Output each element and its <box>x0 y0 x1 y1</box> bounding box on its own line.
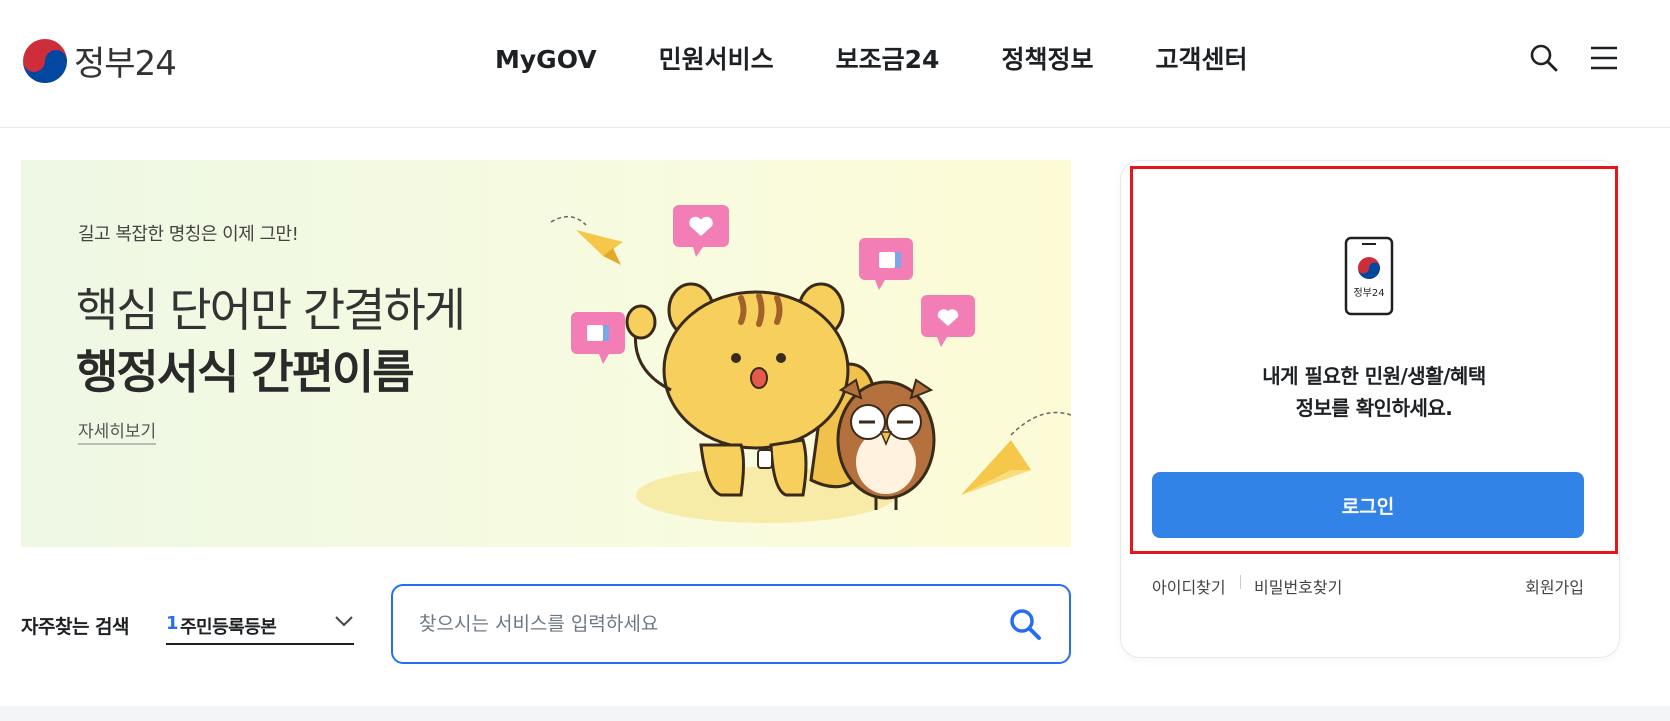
service-search-input[interactable] <box>419 608 979 640</box>
banner-more-link[interactable]: 자세히보기 <box>78 417 157 445</box>
banner-headline: 핵심 단어만 간결하게 <box>76 283 466 337</box>
login-button[interactable]: 로그인 <box>1152 472 1584 538</box>
banner-title: 행정서식 간편이름 <box>76 345 415 399</box>
thumbs-up-bubble-icon <box>859 238 913 290</box>
taegeuk-logo-icon <box>23 38 67 83</box>
link-divider <box>1240 575 1241 589</box>
main-nav: MyGOV 민원서비스 보조금24 정책정보 고객센터 <box>495 40 1247 80</box>
section-divider <box>0 706 1670 721</box>
login-message-line2: 정보를 확인하세요. <box>1295 396 1453 420</box>
paper-plane-icon-2 <box>961 411 1071 495</box>
nav-item-customer-center[interactable]: 고객센터 <box>1155 40 1247 80</box>
hamburger-menu-icon[interactable] <box>1588 42 1620 74</box>
nav-item-civil-service[interactable]: 민원서비스 <box>659 40 774 80</box>
account-links: 아이디찾기 비밀번호찾기 회원가입 <box>1152 574 1584 598</box>
find-id-link[interactable]: 아이디찾기 <box>1152 574 1226 598</box>
logo-text: 정부24 <box>74 44 177 84</box>
promo-banner[interactable]: 길고 복잡한 명칭은 이제 그만! 핵심 단어만 간결하게 행정서식 간편이름 … <box>21 160 1071 547</box>
search-icon[interactable] <box>1528 42 1560 74</box>
thumbs-up-bubble-icon-2 <box>571 312 625 364</box>
mobile-phone-icon: 정부24 <box>1344 236 1394 316</box>
nav-item-policy[interactable]: 정책정보 <box>1001 40 1093 80</box>
search-submit-icon[interactable] <box>1007 606 1043 642</box>
site-logo[interactable]: 정부24 <box>22 36 177 85</box>
phone-label: 정부24 <box>1353 287 1384 299</box>
header: 정부24 MyGOV 민원서비스 보조금24 정책정보 고객센터 <box>0 0 1670 128</box>
login-message-line1: 내게 필요한 민원/생활/혜택 <box>1262 364 1486 388</box>
frequent-search-rank: 1 <box>166 613 179 634</box>
nav-item-mygov[interactable]: MyGOV <box>495 40 597 80</box>
frequent-search-dropdown[interactable]: 1 주민등록등본 <box>166 605 354 645</box>
frequent-search-item: 주민등록등본 <box>180 617 277 638</box>
frequent-search-label: 자주찾는 검색 <box>21 616 130 638</box>
nav-item-subsidy[interactable]: 보조금24 <box>836 40 940 80</box>
heart-bubble-icon-2 <box>921 295 975 347</box>
find-password-link[interactable]: 비밀번호찾기 <box>1254 574 1342 598</box>
squirrel-mascot <box>625 282 878 497</box>
banner-mascot-illustration <box>550 205 1071 523</box>
chevron-down-icon <box>335 616 353 627</box>
login-message: 내게 필요한 민원/생활/혜택 정보를 확인하세요. <box>1130 360 1618 424</box>
paper-plane-icon <box>550 216 623 265</box>
service-search-box <box>391 584 1071 664</box>
heart-bubble-icon <box>673 205 729 257</box>
sign-up-link[interactable]: 회원가입 <box>1525 574 1584 598</box>
banner-eyebrow: 길고 복잡한 명칭은 이제 그만! <box>78 224 299 245</box>
